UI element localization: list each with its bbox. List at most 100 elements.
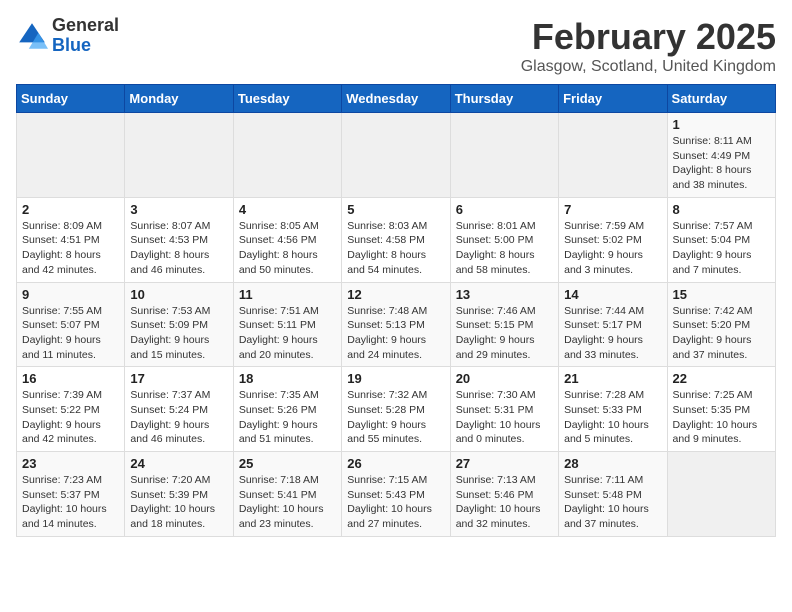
col-header-monday: Monday	[125, 85, 233, 113]
day-number: 20	[456, 371, 553, 386]
calendar-cell	[667, 452, 775, 537]
day-number: 14	[564, 287, 661, 302]
calendar-week-4: 16 Sunrise: 7:39 AM Sunset: 5:22 PM Dayli…	[17, 367, 776, 452]
calendar-cell: 4 Sunrise: 8:05 AM Sunset: 4:56 PM Daylig…	[233, 197, 341, 282]
day-info: Sunrise: 7:53 AM Sunset: 5:09 PM Dayligh…	[130, 304, 227, 363]
day-number: 21	[564, 371, 661, 386]
day-number: 18	[239, 371, 336, 386]
day-number: 4	[239, 202, 336, 217]
calendar-cell	[17, 113, 125, 198]
calendar-cell: 18 Sunrise: 7:35 AM Sunset: 5:26 PM Dayli…	[233, 367, 341, 452]
calendar-cell: 16 Sunrise: 7:39 AM Sunset: 5:22 PM Dayli…	[17, 367, 125, 452]
calendar-cell	[559, 113, 667, 198]
calendar-cell: 5Sunrise: 8:03 AM Sunset: 4:58 PM Daylig…	[342, 197, 450, 282]
col-header-wednesday: Wednesday	[342, 85, 450, 113]
calendar-cell: 22 Sunrise: 7:25 AM Sunset: 5:35 PM Dayli…	[667, 367, 775, 452]
calendar-cell: 27 Sunrise: 7:13 AM Sunset: 5:46 PM Dayli…	[450, 452, 558, 537]
calendar-cell: 7Sunrise: 7:59 AM Sunset: 5:02 PM Daylig…	[559, 197, 667, 282]
day-number: 26	[347, 456, 444, 471]
day-info: Sunrise: 7:15 AM Sunset: 5:43 PM Dayligh…	[347, 473, 444, 532]
calendar-week-5: 23 Sunrise: 7:23 AM Sunset: 5:37 PM Dayli…	[17, 452, 776, 537]
calendar-cell: 2 Sunrise: 8:09 AM Sunset: 4:51 PM Daylig…	[17, 197, 125, 282]
calendar-cell: 8 Sunrise: 7:57 AM Sunset: 5:04 PM Daylig…	[667, 197, 775, 282]
day-number: 6	[456, 202, 553, 217]
day-info: Sunrise: 7:55 AM Sunset: 5:07 PM Dayligh…	[22, 304, 119, 363]
day-info: Sunrise: 7:42 AM Sunset: 5:20 PM Dayligh…	[673, 304, 770, 363]
calendar-cell: 6 Sunrise: 8:01 AM Sunset: 5:00 PM Daylig…	[450, 197, 558, 282]
day-info: Sunrise: 7:25 AM Sunset: 5:35 PM Dayligh…	[673, 388, 770, 447]
day-info: Sunrise: 7:28 AM Sunset: 5:33 PM Dayligh…	[564, 388, 661, 447]
calendar-cell	[450, 113, 558, 198]
day-number: 8	[673, 202, 770, 217]
calendar-cell: 20Sunrise: 7:30 AM Sunset: 5:31 PM Dayli…	[450, 367, 558, 452]
calendar-cell: 15 Sunrise: 7:42 AM Sunset: 5:20 PM Dayli…	[667, 282, 775, 367]
day-number: 22	[673, 371, 770, 386]
calendar-cell: 23 Sunrise: 7:23 AM Sunset: 5:37 PM Dayli…	[17, 452, 125, 537]
day-info: Sunrise: 7:46 AM Sunset: 5:15 PM Dayligh…	[456, 304, 553, 363]
day-number: 28	[564, 456, 661, 471]
day-number: 19	[347, 371, 444, 386]
day-info: Sunrise: 7:48 AM Sunset: 5:13 PM Dayligh…	[347, 304, 444, 363]
calendar-cell: 3Sunrise: 8:07 AM Sunset: 4:53 PM Daylig…	[125, 197, 233, 282]
title-area: February 2025 Glasgow, Scotland, United …	[521, 16, 776, 76]
day-number: 15	[673, 287, 770, 302]
location-title: Glasgow, Scotland, United Kingdom	[521, 58, 776, 76]
day-info: Sunrise: 7:20 AM Sunset: 5:39 PM Dayligh…	[130, 473, 227, 532]
logo-general-text: General	[52, 16, 119, 36]
calendar-cell	[233, 113, 341, 198]
day-info: Sunrise: 7:32 AM Sunset: 5:28 PM Dayligh…	[347, 388, 444, 447]
day-number: 9	[22, 287, 119, 302]
calendar-cell: 13Sunrise: 7:46 AM Sunset: 5:15 PM Dayli…	[450, 282, 558, 367]
calendar: SundayMondayTuesdayWednesdayThursdayFrid…	[16, 84, 776, 537]
calendar-cell: 25Sunrise: 7:18 AM Sunset: 5:41 PM Dayli…	[233, 452, 341, 537]
day-number: 24	[130, 456, 227, 471]
calendar-cell: 10 Sunrise: 7:53 AM Sunset: 5:09 PM Dayli…	[125, 282, 233, 367]
calendar-week-1: 1 Sunrise: 8:11 AM Sunset: 4:49 PM Daylig…	[17, 113, 776, 198]
calendar-cell: 12 Sunrise: 7:48 AM Sunset: 5:13 PM Dayli…	[342, 282, 450, 367]
col-header-thursday: Thursday	[450, 85, 558, 113]
calendar-cell: 9 Sunrise: 7:55 AM Sunset: 5:07 PM Daylig…	[17, 282, 125, 367]
calendar-cell: 21 Sunrise: 7:28 AM Sunset: 5:33 PM Dayli…	[559, 367, 667, 452]
calendar-cell: 1 Sunrise: 8:11 AM Sunset: 4:49 PM Daylig…	[667, 113, 775, 198]
day-number: 12	[347, 287, 444, 302]
logo: General Blue	[16, 16, 119, 56]
logo-blue-text: Blue	[52, 36, 119, 56]
col-header-tuesday: Tuesday	[233, 85, 341, 113]
calendar-cell: 11Sunrise: 7:51 AM Sunset: 5:11 PM Dayli…	[233, 282, 341, 367]
day-number: 2	[22, 202, 119, 217]
col-header-friday: Friday	[559, 85, 667, 113]
day-info: Sunrise: 8:01 AM Sunset: 5:00 PM Dayligh…	[456, 219, 553, 278]
day-info: Sunrise: 7:57 AM Sunset: 5:04 PM Dayligh…	[673, 219, 770, 278]
day-info: Sunrise: 8:11 AM Sunset: 4:49 PM Dayligh…	[673, 134, 770, 193]
logo-icon	[16, 20, 48, 52]
day-info: Sunrise: 8:09 AM Sunset: 4:51 PM Dayligh…	[22, 219, 119, 278]
calendar-cell	[342, 113, 450, 198]
calendar-cell: 24 Sunrise: 7:20 AM Sunset: 5:39 PM Dayli…	[125, 452, 233, 537]
day-info: Sunrise: 7:39 AM Sunset: 5:22 PM Dayligh…	[22, 388, 119, 447]
day-info: Sunrise: 7:37 AM Sunset: 5:24 PM Dayligh…	[130, 388, 227, 447]
day-info: Sunrise: 7:35 AM Sunset: 5:26 PM Dayligh…	[239, 388, 336, 447]
day-info: Sunrise: 7:44 AM Sunset: 5:17 PM Dayligh…	[564, 304, 661, 363]
day-number: 23	[22, 456, 119, 471]
col-header-sunday: Sunday	[17, 85, 125, 113]
day-info: Sunrise: 8:03 AM Sunset: 4:58 PM Dayligh…	[347, 219, 444, 278]
calendar-cell	[125, 113, 233, 198]
day-number: 3	[130, 202, 227, 217]
day-number: 1	[673, 117, 770, 132]
day-info: Sunrise: 8:05 AM Sunset: 4:56 PM Dayligh…	[239, 219, 336, 278]
calendar-cell: 28 Sunrise: 7:11 AM Sunset: 5:48 PM Dayli…	[559, 452, 667, 537]
day-info: Sunrise: 7:11 AM Sunset: 5:48 PM Dayligh…	[564, 473, 661, 532]
day-info: Sunrise: 7:13 AM Sunset: 5:46 PM Dayligh…	[456, 473, 553, 532]
col-header-saturday: Saturday	[667, 85, 775, 113]
header: General Blue February 2025 Glasgow, Scot…	[16, 16, 776, 76]
day-number: 10	[130, 287, 227, 302]
day-number: 17	[130, 371, 227, 386]
day-number: 7	[564, 202, 661, 217]
day-number: 11	[239, 287, 336, 302]
day-number: 27	[456, 456, 553, 471]
calendar-cell: 26 Sunrise: 7:15 AM Sunset: 5:43 PM Dayli…	[342, 452, 450, 537]
day-info: Sunrise: 7:23 AM Sunset: 5:37 PM Dayligh…	[22, 473, 119, 532]
day-number: 16	[22, 371, 119, 386]
month-title: February 2025	[521, 16, 776, 58]
calendar-header-row: SundayMondayTuesdayWednesdayThursdayFrid…	[17, 85, 776, 113]
